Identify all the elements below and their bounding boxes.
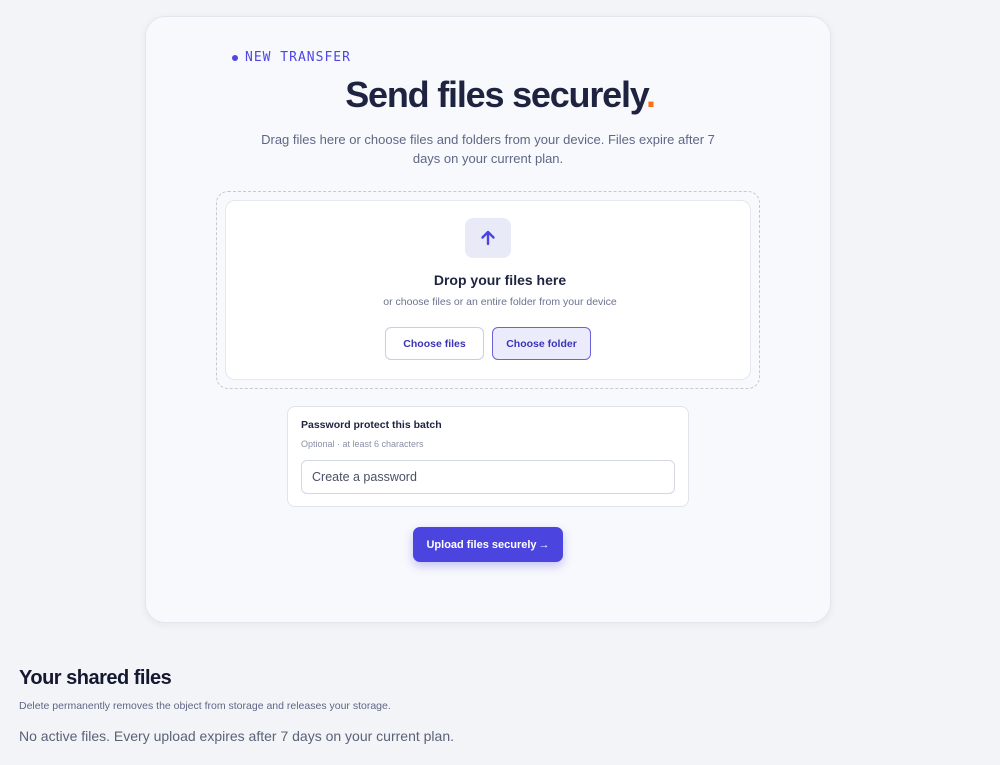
page-title-text: Send files securely: [345, 74, 647, 115]
page-title-accent: .: [645, 74, 656, 115]
password-label: Password protect this batch: [301, 419, 442, 431]
eyebrow-label: NEW TRANSFER: [245, 50, 351, 65]
choose-folder-button[interactable]: Choose folder: [492, 327, 591, 360]
page-subtitle: Drag files here or choose files and fold…: [261, 132, 715, 166]
arrow-right-icon: →: [538, 538, 550, 551]
arrow-up-icon: [465, 218, 511, 258]
upload-button[interactable]: Upload files securely →: [413, 527, 563, 562]
eyebrow: NEW TRANSFER: [232, 50, 351, 65]
dropzone-title: Drop your files here: [433, 272, 567, 288]
shared-files-title: Your shared files: [19, 667, 172, 689]
eyebrow-dot-icon: [232, 54, 238, 61]
upload-button-label: Upload files securely: [426, 538, 537, 551]
dropzone-subtitle: or choose files or an entire folder from…: [383, 296, 617, 308]
shared-files-description: Delete permanently removes the object fr…: [19, 700, 391, 712]
password-hint: Optional · at least 6 characters: [301, 439, 424, 449]
shared-files-empty-message: No active files. Every upload expires af…: [19, 728, 454, 744]
page-title: Send files securely.: [0, 74, 1000, 116]
choose-files-button[interactable]: Choose files: [385, 327, 484, 360]
password-input[interactable]: [301, 460, 675, 494]
